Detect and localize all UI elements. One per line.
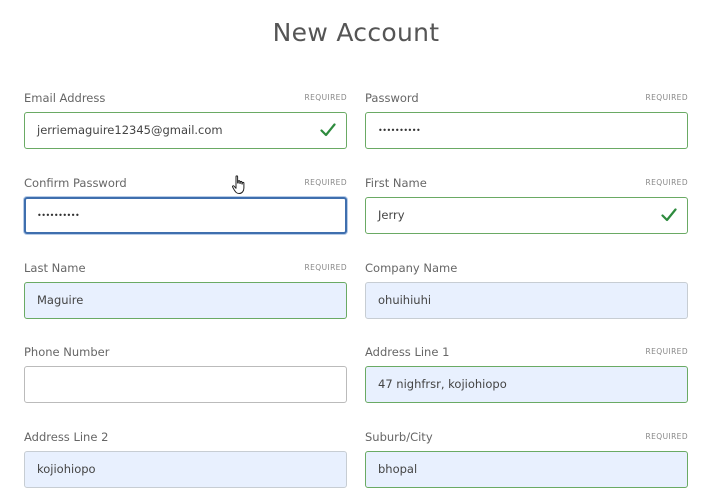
address-line-2-value: kojiohiopo (37, 462, 96, 476)
company-name-input[interactable]: ohuihiuhi (365, 282, 688, 319)
hand-pointer-icon (231, 175, 245, 194)
address-line-2-label: Address Line 2 (24, 430, 109, 444)
suburb-city-value: bhopal (378, 462, 418, 476)
company-name-label: Company Name (365, 261, 458, 275)
last-name-input[interactable]: Maguire (24, 282, 347, 319)
confirm-password-value: •••••••••• (37, 211, 80, 220)
checkmark-icon (320, 123, 336, 137)
confirm-password-input[interactable]: •••••••••• (24, 197, 347, 234)
last-name-label: Last Name (24, 261, 86, 275)
required-indicator: REQUIRED (645, 93, 688, 102)
last-name-value: Maguire (37, 293, 84, 307)
page-title: New Account (272, 18, 440, 47)
required-indicator: REQUIRED (645, 347, 688, 356)
email-input[interactable]: jerriemaguire12345@gmail.com (24, 112, 347, 149)
confirm-password-label: Confirm Password (24, 176, 127, 190)
phone-number-label: Phone Number (24, 345, 110, 359)
password-value: •••••••••• (378, 126, 421, 135)
email-value: jerriemaguire12345@gmail.com (37, 123, 223, 137)
password-input[interactable]: •••••••••• (365, 112, 688, 149)
address-line-1-value: 47 nighfrsr, kojiohiopo (378, 377, 507, 391)
phone-number-input[interactable] (24, 366, 347, 403)
required-indicator: REQUIRED (645, 432, 688, 441)
required-indicator: REQUIRED (304, 93, 347, 102)
required-indicator: REQUIRED (645, 178, 688, 187)
email-label: Email Address (24, 91, 106, 105)
address-line-2-input[interactable]: kojiohiopo (24, 451, 347, 488)
required-indicator: REQUIRED (304, 263, 347, 272)
first-name-input[interactable]: Jerry (365, 197, 688, 234)
suburb-city-label: Suburb/City (365, 430, 433, 444)
first-name-label: First Name (365, 176, 427, 190)
company-name-value: ohuihiuhi (378, 293, 432, 307)
suburb-city-input[interactable]: bhopal (365, 451, 688, 488)
first-name-value: Jerry (378, 208, 405, 222)
address-line-1-label: Address Line 1 (365, 345, 450, 359)
password-label: Password (365, 91, 419, 105)
required-indicator: REQUIRED (304, 178, 347, 187)
checkmark-icon (661, 208, 677, 222)
address-line-1-input[interactable]: 47 nighfrsr, kojiohiopo (365, 366, 688, 403)
